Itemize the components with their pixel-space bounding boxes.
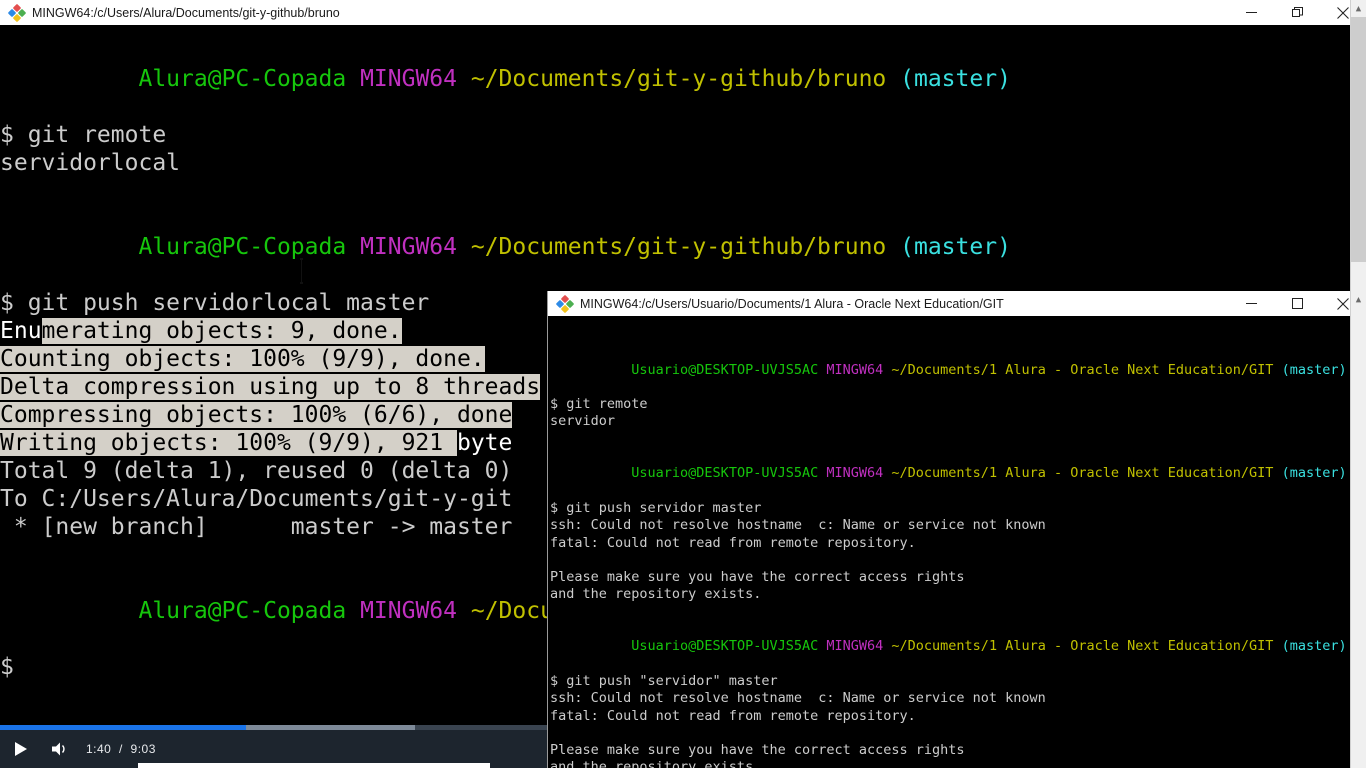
desktop-root: MINGW64:/c/Users/Alura/Documents/git-y-g… — [0, 0, 1366, 768]
inverted-text: byte — [456, 430, 513, 456]
play-icon[interactable] — [0, 730, 40, 768]
mingw-diamond-icon — [7, 3, 27, 22]
window1-controls[interactable] — [1228, 0, 1366, 25]
output-line: servidor — [550, 413, 616, 430]
volume-icon[interactable] — [40, 730, 80, 768]
output-line: ssh: Could not resolve hostname c: Name … — [550, 690, 1046, 707]
prompt-shell: MINGW64 — [360, 598, 457, 624]
prompt-user: Usuario@DESKTOP-UVJS5AC — [631, 638, 819, 655]
maximize-button[interactable] — [1274, 291, 1320, 316]
selected-text: Writing objects: 100% (9/9), 921 — [0, 430, 457, 456]
prompt-path: ~/Documents/git-y-github/bruno — [470, 66, 887, 92]
window2-title: MINGW64:/c/Users/Usuario/Documents/1 Alu… — [580, 296, 1004, 311]
video-player-controls[interactable]: 1:40 / 9:03 — [0, 725, 547, 768]
prompt-shell: MINGW64 — [826, 361, 884, 378]
prompt-user: Alura@PC-Copada — [138, 598, 347, 624]
prompt-branch: (master) — [900, 66, 1011, 92]
prompt-shell: MINGW64 — [826, 638, 884, 655]
output-line: servidorlocal — [0, 150, 181, 176]
inverted-text: Enu — [0, 318, 42, 344]
prompt-path: ~/Documents/git-y-github/bruno — [470, 234, 887, 260]
output-line: Please make sure you have the correct ac… — [550, 742, 965, 759]
prompt-line: Usuario@DESKTOP-UVJS5AC MINGW64 ~/Docume… — [550, 621, 1347, 673]
window2-terminal[interactable]: Usuario@DESKTOP-UVJS5AC MINGW64 ~/Docume… — [548, 316, 1350, 768]
window1-title: MINGW64:/c/Users/Alura/Documents/git-y-g… — [32, 5, 340, 20]
command-line: $ git push "servidor" master — [550, 672, 778, 689]
terminal-window-usuario[interactable]: MINGW64:/c/Users/Usuario/Documents/1 Alu… — [547, 291, 1366, 768]
prompt-user: Usuario@DESKTOP-UVJS5AC — [631, 361, 819, 378]
prompt-shell: MINGW64 — [826, 465, 884, 482]
output-line: Please make sure you have the correct ac… — [550, 569, 965, 586]
selected-text: Counting objects: 100% (9/9), done. — [0, 346, 485, 372]
prompt-shell: MINGW64 — [360, 234, 457, 260]
prompt-user: Usuario@DESKTOP-UVJS5AC — [631, 465, 819, 482]
prompt-branch: (master) — [1281, 361, 1347, 378]
prompt-user: Alura@PC-Copada — [138, 66, 347, 92]
selected-text: Compressing objects: 100% (6/6), done — [0, 402, 513, 428]
minimize-button[interactable] — [1228, 0, 1274, 25]
output-line: fatal: Could not read from remote reposi… — [550, 707, 916, 724]
prompt-path: ~/Documents/1 Alura - Oracle Next Educat… — [891, 638, 1274, 655]
prompt-user: Alura@PC-Copada — [138, 234, 347, 260]
output-line: ssh: Could not resolve hostname c: Name … — [550, 517, 1046, 534]
command-line: $ git remote — [0, 122, 167, 148]
prompt-line: Alura@PC-Copada MINGW64 ~/Documents/git-… — [0, 205, 1011, 289]
command-line: $ git push servidor master — [550, 499, 762, 516]
scrollbar-thumb[interactable] — [1351, 17, 1366, 262]
output-line: and the repository exists. — [550, 586, 762, 603]
minimize-button[interactable] — [1228, 291, 1274, 316]
player-bottom-strip — [138, 763, 490, 768]
window2-scrollbar[interactable]: ▲ — [1350, 291, 1366, 768]
prompt-path: ~/Documents/1 Alura - Oracle Next Educat… — [891, 361, 1274, 378]
text-ibeam-cursor — [300, 258, 303, 284]
window2-controls[interactable] — [1228, 291, 1366, 316]
window2-titlebar[interactable]: MINGW64:/c/Users/Usuario/Documents/1 Alu… — [548, 291, 1366, 317]
selected-text: Delta compression using up to 8 threads — [0, 374, 541, 400]
window1-titlebar[interactable]: MINGW64:/c/Users/Alura/Documents/git-y-g… — [0, 0, 1366, 25]
scroll-up-icon[interactable]: ▲ — [1351, 0, 1366, 17]
prompt-shell: MINGW64 — [360, 66, 457, 92]
prompt-line: Usuario@DESKTOP-UVJS5AC MINGW64 ~/Docume… — [550, 448, 1347, 500]
prompt-line: Alura@PC-Copada MINGW64 ~/Documents/git-… — [0, 37, 1011, 121]
output-line: fatal: Could not read from remote reposi… — [550, 534, 916, 551]
prompt-branch: (master) — [1281, 465, 1347, 482]
output-line: and the repository exists. — [550, 759, 762, 768]
window2-screen: Usuario@DESKTOP-UVJS5AC MINGW64 ~/Docume… — [548, 316, 1347, 768]
prompt-path: ~/Documents/1 Alura - Oracle Next Educat… — [891, 465, 1274, 482]
mingw-diamond-icon — [555, 294, 575, 313]
selected-text: merating objects: 9, done. — [41, 318, 402, 344]
restore-button[interactable] — [1274, 0, 1320, 25]
command-line: $ git remote — [550, 396, 648, 413]
prompt-branch: (master) — [1281, 638, 1347, 655]
scroll-up-icon[interactable]: ▲ — [1351, 291, 1366, 308]
prompt-line: Usuario@DESKTOP-UVJS5AC MINGW64 ~/Docume… — [550, 344, 1347, 396]
prompt-branch: (master) — [900, 234, 1011, 260]
time-display: 1:40 / 9:03 — [86, 742, 156, 756]
